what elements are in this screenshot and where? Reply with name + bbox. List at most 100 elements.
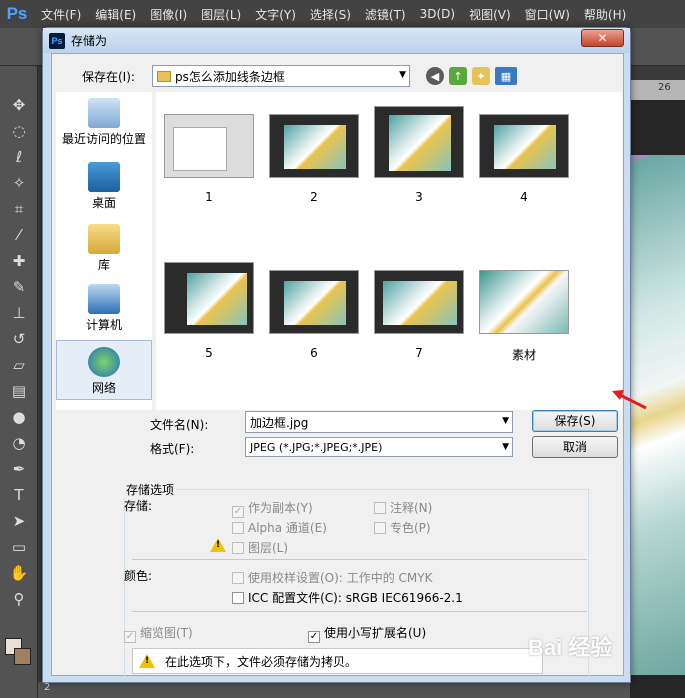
- menu-window[interactable]: 窗口(W): [518, 6, 577, 23]
- spot-checkbox[interactable]: 专色(P): [374, 519, 431, 536]
- file-name: 1: [205, 190, 213, 204]
- menu-help[interactable]: 帮助(H): [577, 6, 633, 23]
- filename-label: 文件名(N):: [150, 418, 209, 432]
- file-item[interactable]: 2: [269, 114, 359, 204]
- background-color-swatch[interactable]: [14, 648, 31, 665]
- hand-tool-icon[interactable]: ✋: [0, 560, 38, 586]
- places-bar: 最近访问的位置 桌面 库 计算机 网络: [56, 92, 152, 410]
- place-label: 网络: [91, 381, 116, 395]
- as-copy-checkbox[interactable]: ✓ 作为副本(Y): [232, 499, 313, 518]
- blur-tool-icon[interactable]: ●: [0, 404, 38, 430]
- magic-wand-tool-icon[interactable]: ✧: [0, 170, 38, 196]
- cancel-button[interactable]: 取消: [532, 436, 618, 458]
- type-tool-icon[interactable]: T: [0, 482, 38, 508]
- brush-tool-icon[interactable]: ✎: [0, 274, 38, 300]
- menu-file[interactable]: 文件(F): [34, 6, 88, 23]
- move-tool-icon[interactable]: ✥: [0, 92, 38, 118]
- close-button[interactable]: ✕: [581, 29, 624, 47]
- recent-places-icon: [88, 98, 120, 128]
- place-network[interactable]: 网络: [56, 340, 152, 400]
- lasso-tool-icon[interactable]: ℓ: [0, 144, 38, 170]
- file-name: 3: [415, 190, 423, 204]
- photoshop-logo: Ps: [6, 4, 28, 23]
- use-proof-checkbox[interactable]: 使用校样设置(O): 工作中的 CMYK: [232, 569, 432, 586]
- place-desktop[interactable]: 桌面: [56, 162, 152, 211]
- file-name: 素材: [511, 348, 536, 362]
- dialog-client: 保存在(I): ps怎么添加线条边框 ▼ ◀ ↑ ✦ ▦ 最近访问的位置 桌面 …: [51, 53, 624, 679]
- eraser-tool-icon[interactable]: ▱: [0, 352, 38, 378]
- back-icon[interactable]: ◀: [426, 67, 444, 85]
- view-menu-icon[interactable]: ▦: [495, 67, 517, 85]
- menu-layer[interactable]: 图层(L): [194, 6, 248, 23]
- tools-panel: ✥ ◌ ℓ ✧ ⌗ ⁄ ✚ ✎ ⊥ ↺ ▱ ▤ ● ◔ ✒ T ➤ ▭ ✋ ⚲: [0, 66, 38, 698]
- file-item[interactable]: 7: [374, 270, 464, 360]
- alpha-label: Alpha 通道(E): [248, 521, 327, 535]
- new-folder-icon[interactable]: ✦: [472, 67, 490, 85]
- file-item[interactable]: 1: [164, 114, 254, 204]
- marquee-tool-icon[interactable]: ◌: [0, 118, 38, 144]
- warning-icon: !: [139, 654, 155, 668]
- menu-image[interactable]: 图像(I): [143, 6, 194, 23]
- format-dropdown[interactable]: JPEG (*.JPG;*.JPEG;*.JPE) ▼: [245, 437, 513, 457]
- gradient-tool-icon[interactable]: ▤: [0, 378, 38, 404]
- use-proof-label: 使用校样设置(O):: [248, 571, 343, 585]
- history-brush-tool-icon[interactable]: ↺: [0, 326, 38, 352]
- zoom-tool-icon[interactable]: ⚲: [0, 586, 38, 612]
- stamp-tool-icon[interactable]: ⊥: [0, 300, 38, 326]
- notes-label: 注释(N): [390, 501, 433, 515]
- save-button[interactable]: 保存(S): [532, 410, 618, 432]
- file-list: 1 2 3 4 5 6 7 素材: [156, 92, 622, 410]
- file-item[interactable]: 素材: [479, 270, 569, 363]
- lowercase-ext-checkbox[interactable]: ✓ 使用小写扩展名(U): [308, 624, 426, 643]
- icc-checkbox[interactable]: ICC 配置文件(C): sRGB IEC61966-2.1: [232, 589, 463, 606]
- alpha-checkbox[interactable]: Alpha 通道(E): [232, 519, 327, 536]
- thumbnail-label: 缩览图(T): [140, 626, 193, 640]
- menu-select[interactable]: 选择(S): [303, 6, 358, 23]
- file-thumbnail: [374, 270, 464, 334]
- place-recent[interactable]: 最近访问的位置: [56, 98, 152, 147]
- pen-tool-icon[interactable]: ✒: [0, 456, 38, 482]
- shape-tool-icon[interactable]: ▭: [0, 534, 38, 560]
- file-item[interactable]: 4: [479, 114, 569, 204]
- spot-label: 专色(P): [390, 521, 431, 535]
- menu-edit[interactable]: 编辑(E): [88, 6, 143, 23]
- file-item[interactable]: 6: [269, 270, 359, 360]
- checkbox-icon: [232, 542, 244, 554]
- eyedropper-tool-icon[interactable]: ⁄: [0, 222, 38, 248]
- save-in-label: 保存在(I):: [82, 70, 135, 84]
- healing-tool-icon[interactable]: ✚: [0, 248, 38, 274]
- layers-checkbox[interactable]: 图层(L): [232, 539, 288, 556]
- dodge-tool-icon[interactable]: ◔: [0, 430, 38, 456]
- menu-3d[interactable]: 3D(D): [413, 7, 462, 21]
- file-name: 2: [310, 190, 318, 204]
- menu-type[interactable]: 文字(Y): [248, 6, 303, 23]
- file-item[interactable]: 3: [374, 106, 464, 204]
- file-name: 7: [415, 346, 423, 360]
- save-in-dropdown[interactable]: ps怎么添加线条边框 ▼: [152, 65, 410, 87]
- up-folder-icon[interactable]: ↑: [449, 67, 467, 85]
- network-icon: [88, 347, 120, 377]
- notes-checkbox[interactable]: 注释(N): [374, 499, 432, 516]
- file-name: 5: [205, 346, 213, 360]
- filename-value: 加边框.jpg: [250, 415, 309, 430]
- menu-filter[interactable]: 滤镜(T): [358, 6, 413, 23]
- place-label: 计算机: [85, 318, 122, 332]
- folder-icon: [157, 70, 171, 82]
- place-library[interactable]: 库: [56, 224, 152, 273]
- filename-input[interactable]: 加边框.jpg ▼: [245, 411, 513, 433]
- crop-tool-icon[interactable]: ⌗: [0, 196, 38, 222]
- chevron-down-icon: ▼: [502, 442, 509, 452]
- watermark: Bai 经验: [528, 635, 613, 660]
- photoshop-app-icon: Ps: [49, 32, 65, 49]
- file-item[interactable]: 5: [164, 262, 254, 360]
- thumbnail-checkbox[interactable]: ✓ 缩览图(T): [124, 624, 193, 643]
- chevron-down-icon: ▼: [399, 70, 406, 80]
- path-select-tool-icon[interactable]: ➤: [0, 508, 38, 534]
- checkbox-icon: ✓: [232, 506, 244, 518]
- place-computer[interactable]: 计算机: [56, 284, 152, 333]
- menu-view[interactable]: 视图(V): [462, 6, 518, 23]
- checkbox-icon: [374, 502, 386, 514]
- file-thumbnail: [164, 114, 254, 178]
- icc-label: ICC 配置文件(C):: [248, 591, 342, 605]
- layers-label: 图层(L): [248, 541, 289, 555]
